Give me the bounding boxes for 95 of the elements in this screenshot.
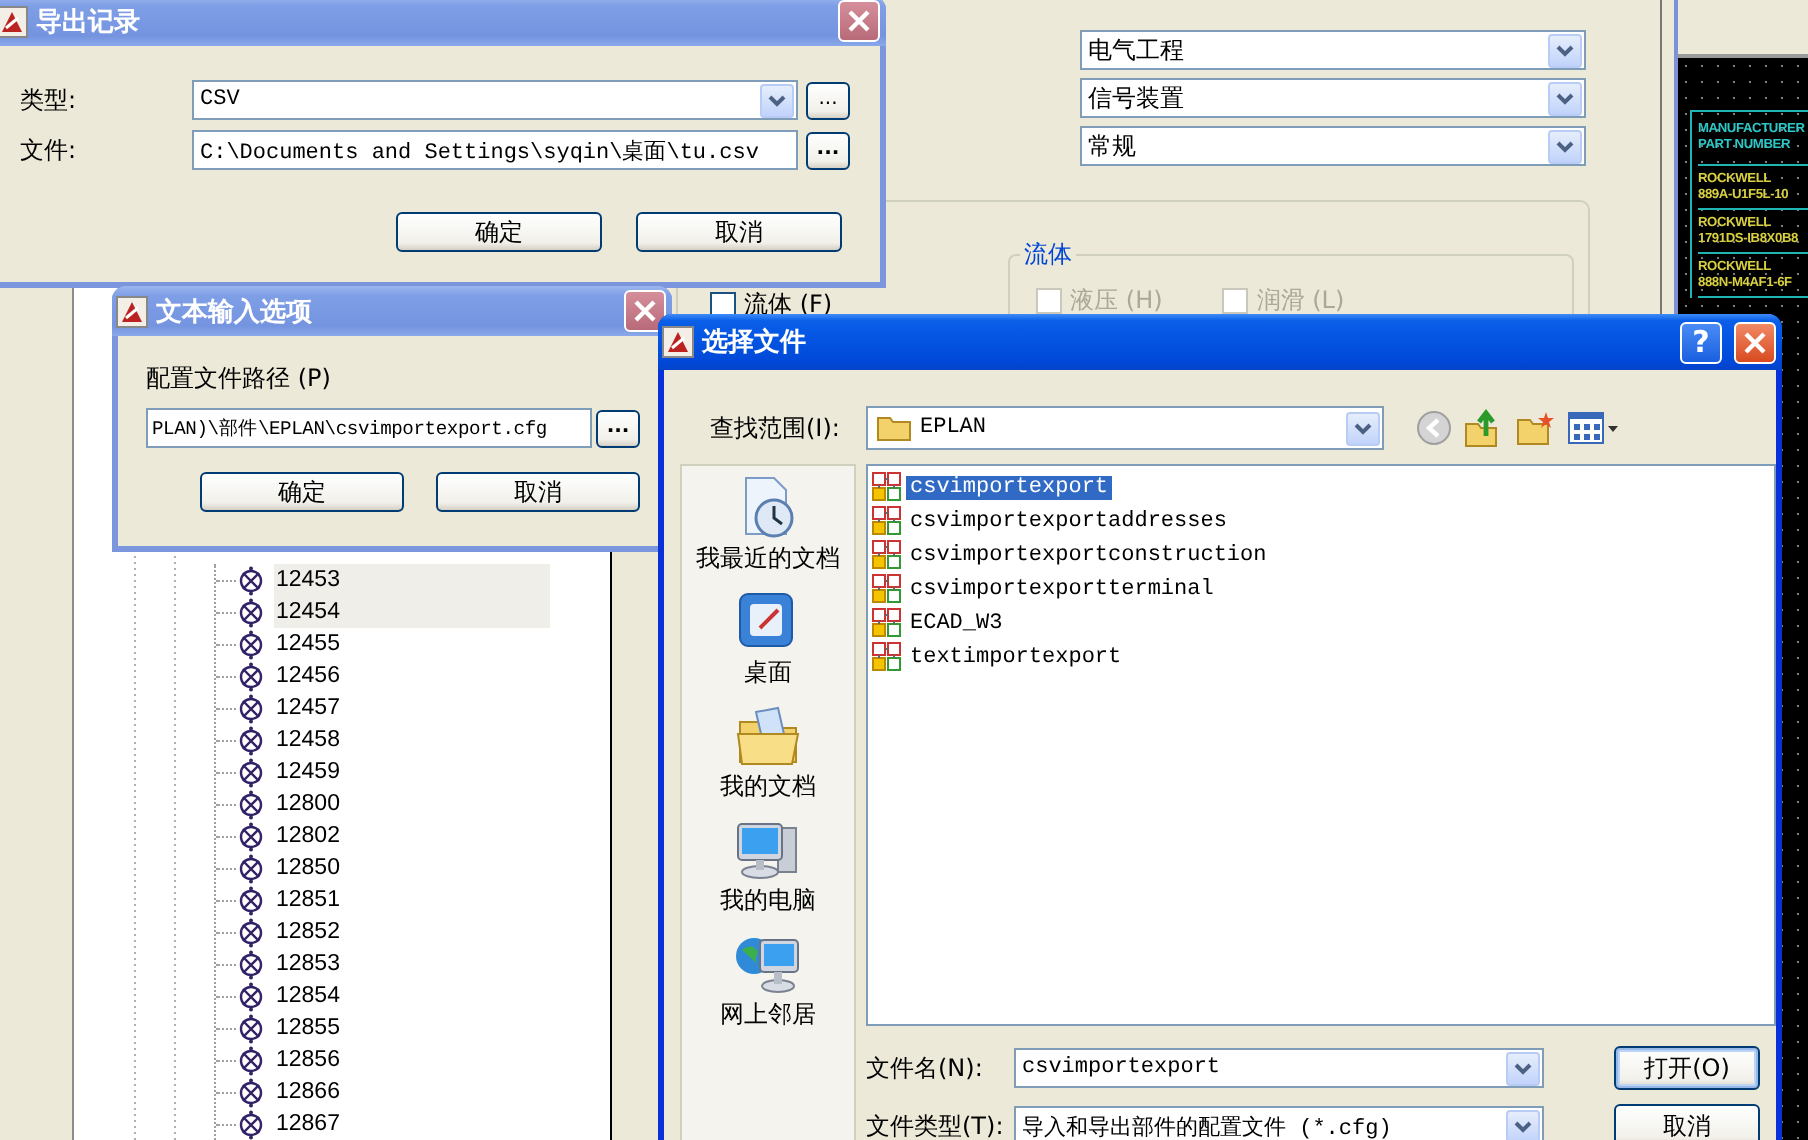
place-shortcut[interactable]: 网上邻居 [720,930,816,1044]
look-in-dropdown[interactable]: EPLAN [866,406,1384,450]
path-field[interactable]: PLAN)\部件\EPLAN\csvimportexport.cfg [146,408,593,448]
config-file-icon [872,608,902,638]
tree-item[interactable]: 12800 [274,788,550,820]
crossed-circle-icon [236,853,266,883]
dialog-button[interactable]: 取消 [636,212,842,252]
cancel-button[interactable]: 取消 [1614,1104,1760,1140]
crossed-circle-icon [236,981,266,1011]
tree-item[interactable]: 12456 [274,660,550,692]
tree-item[interactable]: 12850 [274,852,550,884]
tree-item[interactable]: 12802 [274,820,550,852]
tree-item[interactable]: 12852 [274,916,550,948]
field-label: 文件类型(T): [866,1109,1006,1140]
window-title: 选择文件 [702,325,806,360]
browse-button[interactable]: ... [806,131,850,169]
crossed-circle-icon [236,1077,266,1107]
file-item[interactable]: ECAD_W3 [906,611,1007,635]
field-label: 文件: [20,133,79,167]
file-item[interactable]: csvimportexportterminal [906,577,1218,601]
tree-item[interactable]: 12855 [274,1012,550,1044]
config-file-icon [872,540,902,570]
field-label: 文件名(N): [866,1051,985,1085]
config-file-icon [872,642,902,672]
tree-item[interactable]: 12851 [274,884,550,916]
place-shortcut[interactable]: 我的电脑 [720,816,816,930]
crossed-circle-icon [236,725,266,755]
field-label: 类型: [20,83,79,117]
place-shortcut[interactable]: 我的文档 [720,702,816,816]
browse-button[interactable]: ... [596,409,640,447]
crossed-circle-icon [236,917,266,947]
close-icon [1744,331,1766,353]
group-title: 流体 [1020,238,1077,272]
dropdown[interactable]: 电气工程 [1080,30,1586,70]
place-shortcut[interactable]: 我最近的文档 [696,474,840,588]
tree-item[interactable]: 12457 [274,692,550,724]
crossed-circle-icon [236,789,266,819]
window-title: 文本输入选项 [156,295,312,329]
window-title: 导出记录 [36,5,140,39]
crossed-circle-icon [236,885,266,915]
new-folder-icon[interactable] [1516,410,1556,446]
crossed-circle-icon [236,629,266,659]
app-icon [662,326,694,358]
dialog-button[interactable]: 确定 [200,472,404,512]
app-icon [116,295,148,327]
close-icon [848,10,870,32]
view-menu-icon[interactable] [1568,412,1620,444]
tree-item[interactable]: 12459 [274,756,550,788]
type-dropdown[interactable]: CSV [192,80,798,120]
tree-item[interactable]: 12458 [274,724,550,756]
file-item[interactable]: csvimportexport [906,475,1113,499]
config-file-icon [872,472,902,502]
documents-folder-icon [734,702,802,770]
file-type-dropdown[interactable]: 导入和导出部件的配置文件 (*.cfg) [1014,1106,1544,1140]
help-button[interactable]: ? [1680,321,1722,363]
crossed-circle-icon [236,597,266,627]
tree-item[interactable]: 12455 [274,628,550,660]
tree-item[interactable]: 12867 [274,1108,550,1140]
file-item[interactable]: csvimportexportconstruction [906,543,1271,567]
dropdown[interactable]: 常规 [1080,126,1586,166]
file-item[interactable]: csvimportexportaddresses [906,509,1231,533]
tree-item[interactable]: 12853 [274,948,550,980]
crossed-circle-icon [236,565,266,595]
config-file-icon [872,506,902,536]
crossed-circle-icon [236,693,266,723]
folder-icon [876,414,912,442]
crossed-circle-icon [236,757,266,787]
close-button[interactable] [624,290,666,332]
file-item[interactable]: textimportexport [906,645,1126,669]
tree-item[interactable]: 12856 [274,1044,550,1076]
file-field[interactable]: C:\Documents and Settings\syqin\桌面\tu.csv [192,130,798,170]
dropdown[interactable]: 信号装置 [1080,78,1586,118]
close-button[interactable] [838,0,880,42]
config-file-icon [872,574,902,604]
close-button[interactable] [1734,321,1776,363]
app-icon [0,5,28,37]
field-label: 查找范围(I): [708,411,842,445]
crossed-circle-icon [236,1109,266,1139]
file-name-dropdown[interactable]: csvimportexport [1014,1048,1544,1088]
field-label: 配置文件路径 (P) [146,362,333,396]
tree-item[interactable]: 12854 [274,980,550,1012]
crossed-circle-icon [236,949,266,979]
dialog-button[interactable]: 取消 [436,472,640,512]
close-icon [634,300,656,322]
tree-item[interactable]: 12453 [274,564,550,596]
tree-item[interactable]: 12454 [274,596,550,628]
tree-item[interactable]: 12866 [274,1076,550,1108]
open-button[interactable]: 打开(O) [1614,1046,1760,1090]
crossed-circle-icon [236,821,266,851]
dialog-button[interactable]: 确定 [396,212,602,252]
place-shortcut[interactable]: 桌面 [734,588,802,702]
crossed-circle-icon [236,661,266,691]
crossed-circle-icon [236,1013,266,1043]
browse-button[interactable]: ... [806,81,850,119]
crossed-circle-icon [236,1045,266,1075]
